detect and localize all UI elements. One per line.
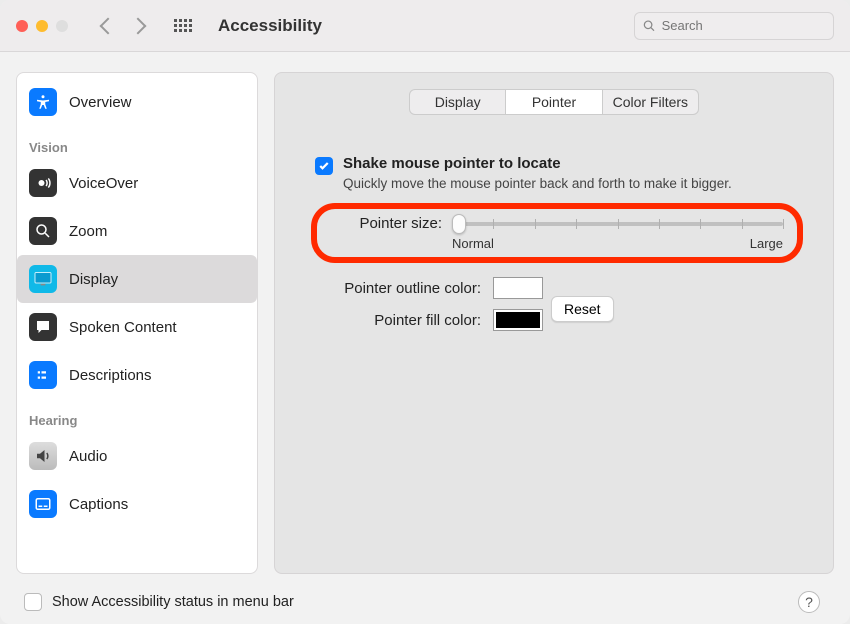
forward-button — [130, 17, 147, 34]
sidebar-item-zoom[interactable]: Zoom — [17, 207, 257, 255]
descriptions-icon — [29, 361, 57, 389]
minimize-window-button[interactable] — [36, 20, 48, 32]
accessibility-icon — [29, 88, 57, 116]
audio-icon — [29, 442, 57, 470]
search-field[interactable] — [634, 12, 834, 40]
sidebar-item-label: Descriptions — [69, 367, 152, 384]
zoom-icon — [29, 217, 57, 245]
tab-display[interactable]: Display — [410, 90, 506, 114]
sidebar-item-label: VoiceOver — [69, 175, 138, 192]
tab-pointer[interactable]: Pointer — [506, 90, 602, 114]
slider-max-label: Large — [750, 236, 783, 251]
menubar-status-label: Show Accessibility status in menu bar — [52, 594, 294, 610]
close-window-button[interactable] — [16, 20, 28, 32]
sidebar-item-spoken-content[interactable]: Spoken Content — [17, 303, 257, 351]
fill-color-well[interactable] — [493, 309, 543, 331]
shake-pointer-checkbox[interactable] — [315, 157, 333, 175]
slider-thumb[interactable] — [452, 214, 466, 234]
nav-arrows — [102, 20, 144, 32]
preferences-window: Accessibility Overview Vision VoiceOver — [0, 0, 850, 624]
sidebar-section-hearing: Hearing — [17, 399, 257, 432]
search-icon — [643, 19, 656, 33]
menubar-status-checkbox[interactable] — [24, 593, 42, 611]
sidebar-item-display[interactable]: Display — [17, 255, 257, 303]
shake-pointer-description: Quickly move the mouse pointer back and … — [343, 175, 732, 193]
sidebar-item-label: Zoom — [69, 223, 107, 240]
voiceover-icon — [29, 169, 57, 197]
sidebar-item-captions[interactable]: Captions — [17, 480, 257, 528]
sidebar-item-descriptions[interactable]: Descriptions — [17, 351, 257, 399]
search-input[interactable] — [662, 18, 825, 33]
footer: Show Accessibility status in menu bar ? — [0, 580, 850, 624]
pointer-size-highlight: Pointer size: Normal Large — [311, 203, 803, 263]
pointer-size-label: Pointer size: — [347, 215, 442, 232]
window-title: Accessibility — [218, 16, 322, 36]
main-panel: Display Pointer Color Filters Shake mous… — [274, 72, 834, 574]
display-icon — [29, 265, 57, 293]
sidebar-item-label: Display — [69, 271, 118, 288]
check-icon — [318, 160, 330, 172]
pointer-size-slider[interactable] — [452, 222, 783, 226]
outline-color-label: Pointer outline color: — [311, 280, 481, 297]
outline-color-well[interactable] — [493, 277, 543, 299]
sidebar-item-voiceover[interactable]: VoiceOver — [17, 159, 257, 207]
sidebar-item-label: Spoken Content — [69, 319, 177, 336]
reset-button[interactable]: Reset — [551, 296, 614, 322]
shake-pointer-label: Shake mouse pointer to locate — [343, 155, 732, 172]
slider-min-label: Normal — [452, 236, 494, 251]
sidebar-item-label: Captions — [69, 496, 128, 513]
tab-color-filters[interactable]: Color Filters — [603, 90, 698, 114]
tab-group: Display Pointer Color Filters — [409, 89, 699, 115]
sidebar-item-label: Audio — [69, 448, 107, 465]
sidebar-item-overview[interactable]: Overview — [17, 78, 257, 126]
window-controls — [16, 20, 68, 32]
captions-icon — [29, 490, 57, 518]
sidebar-item-label: Overview — [69, 94, 132, 111]
fill-color-label: Pointer fill color: — [311, 312, 481, 329]
zoom-window-button — [56, 20, 68, 32]
titlebar: Accessibility — [0, 0, 850, 52]
sidebar: Overview Vision VoiceOver Zoom Display — [16, 72, 258, 574]
spoken-content-icon — [29, 313, 57, 341]
sidebar-item-audio[interactable]: Audio — [17, 432, 257, 480]
show-all-icon[interactable] — [174, 19, 192, 32]
back-button[interactable] — [100, 17, 117, 34]
help-button[interactable]: ? — [798, 591, 820, 613]
sidebar-section-vision: Vision — [17, 126, 257, 159]
